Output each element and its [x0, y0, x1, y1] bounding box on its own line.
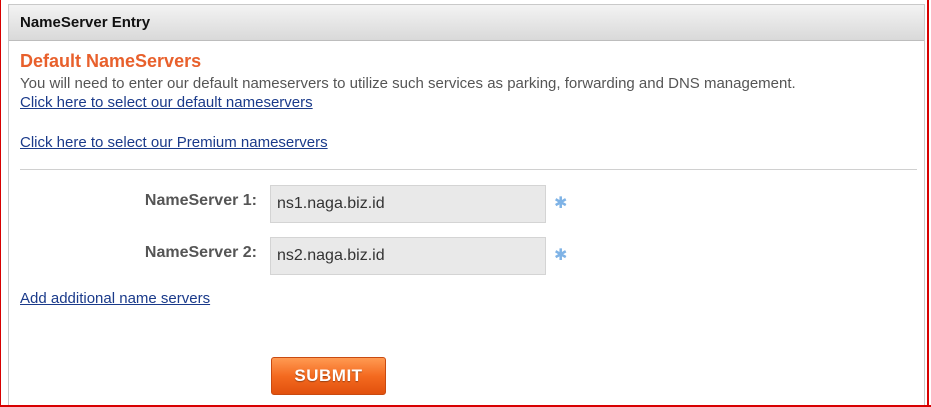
window-edge-right [927, 0, 929, 407]
nameserver-2-label: NameServer 2: [144, 244, 257, 261]
divider [20, 169, 917, 170]
section-title: Default NameServers [20, 51, 202, 71]
section-description: You will need to enter our default names… [20, 75, 796, 92]
nameserver-1-input[interactable] [270, 185, 546, 223]
premium-nameservers-link[interactable]: Click here to select our Premium nameser… [20, 134, 328, 151]
panel-title: NameServer Entry [20, 14, 151, 31]
required-asterisk-icon: ✱ [554, 247, 568, 264]
window-edge-left [0, 0, 1, 407]
default-nameservers-link[interactable]: Click here to select our default nameser… [20, 94, 313, 111]
panel-header: NameServer Entry [9, 5, 924, 41]
nameserver-2-input[interactable] [270, 237, 546, 275]
add-nameservers-link[interactable]: Add additional name servers [20, 290, 210, 307]
nameserver-panel: NameServer Entry Default NameServers You… [8, 4, 925, 406]
nameserver-1-label: NameServer 1: [144, 192, 257, 209]
required-asterisk-icon: ✱ [554, 195, 568, 212]
submit-button[interactable]: SUBMIT [271, 357, 386, 395]
